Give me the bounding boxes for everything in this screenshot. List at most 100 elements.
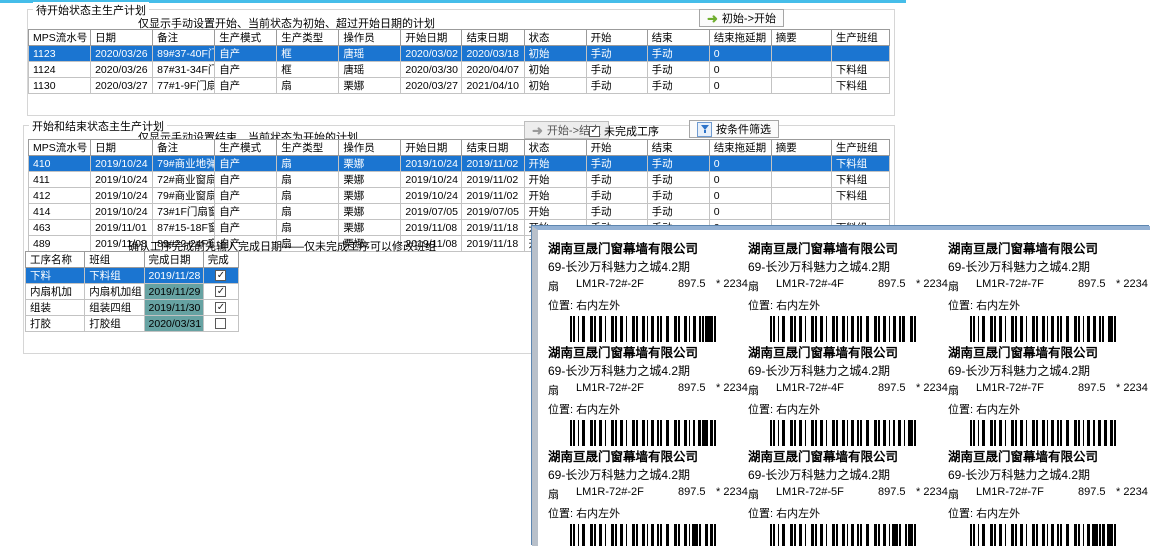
print-label: 湖南亘晟门窗幕墙有限公司69-长沙万科魅力之城4.2期扇LM1R-72#-2F8… [548, 238, 748, 342]
column-header[interactable]: 生产类型 [277, 30, 339, 46]
table-row[interactable]: 11302020/03/2777#1-9F门扇自产扇栗娜2020/03/2720… [29, 78, 890, 94]
label-company: 湖南亘晟门窗幕墙有限公司 [748, 238, 948, 257]
table-cell: 2020/03/30 [401, 62, 462, 78]
table-row[interactable]: 4112019/10/2472#商业窗扇自产扇栗娜2019/10/242019/… [29, 172, 890, 188]
column-header[interactable]: 开始 [586, 30, 647, 46]
table-cell: 开始 [524, 172, 586, 188]
label-model: LM1R-72#-5F [776, 486, 878, 502]
column-header[interactable]: 操作员 [339, 30, 401, 46]
process-name-cell: 组装 [26, 300, 85, 316]
column-header[interactable]: 结束拖延期 [709, 30, 771, 46]
print-label: 湖南亘晟门窗幕墙有限公司69-长沙万科魅力之城4.2期扇LM1R-72#-7F8… [948, 446, 1148, 546]
label-model: LM1R-72#-2F [576, 278, 678, 294]
table-cell: 2019/11/18 [462, 220, 524, 236]
barcode [970, 420, 1148, 446]
table-cell: 410 [29, 156, 91, 172]
label-height: * 2234 [716, 382, 748, 398]
label-location: 位置: 右内左外 [948, 297, 1148, 313]
table-row[interactable]: 打胶打胶组2020/03/31 [26, 316, 239, 332]
table-row[interactable]: 11242020/03/2687#31-34F门框自产框唐瑶2020/03/30… [29, 62, 890, 78]
column-header[interactable]: 结束日期 [462, 140, 524, 156]
table-cell: 2019/11/01 [91, 220, 153, 236]
table-cell: 87#15-18F窗扇 [153, 220, 215, 236]
table-cell: 扇 [277, 220, 339, 236]
done-checkbox[interactable]: ✓ [215, 286, 226, 297]
column-header[interactable]: 日期 [91, 30, 153, 46]
label-location: 位置: 右内左外 [748, 505, 948, 521]
label-type: 扇 [548, 278, 576, 294]
label-spec-row: 扇LM1R-72#-7F897.5* 2234 [948, 278, 1148, 294]
column-header[interactable]: 完成 [203, 252, 238, 268]
column-header[interactable]: 开始日期 [401, 140, 462, 156]
column-header[interactable]: 摘要 [771, 30, 831, 46]
table-cell: 87#31-34F门框 [153, 62, 215, 78]
done-checkbox[interactable] [215, 318, 226, 329]
table-cell: 2019/11/02 [462, 156, 524, 172]
table-row[interactable]: 11232020/03/2689#37-40F门框自产框唐瑶2020/03/02… [29, 46, 890, 62]
table-row[interactable]: 4142019/10/2473#1F门扇窗扇自产扇栗娜2019/07/05201… [29, 204, 890, 220]
unfinished-process-checkbox[interactable]: ✓ [589, 126, 600, 137]
table-row[interactable]: 内扇机加内扇机加组2019/11/29✓ [26, 284, 239, 300]
init-to-start-button[interactable]: ➜ 初始->开始 [699, 9, 784, 27]
label-project: 69-长沙万科魅力之城4.2期 [748, 258, 948, 275]
label-spec-row: 扇LM1R-72#-2F897.5* 2234 [548, 278, 748, 294]
column-header[interactable]: 完成日期 [144, 252, 203, 268]
column-header[interactable]: 结束 [647, 30, 709, 46]
unfinished-process-checkbox-label: 未完成工序 [604, 123, 659, 139]
barcode [770, 420, 948, 446]
label-type: 扇 [948, 278, 976, 294]
column-header[interactable]: 结束 [647, 140, 709, 156]
table-row[interactable]: 4122019/10/2479#商业窗扇自产扇栗娜2019/10/242019/… [29, 188, 890, 204]
process-name-cell: 内扇机加 [26, 284, 85, 300]
column-header[interactable]: MPS流水号 [29, 30, 91, 46]
barcode [970, 316, 1148, 342]
column-header[interactable]: 状态 [524, 30, 586, 46]
column-header[interactable]: 摘要 [771, 140, 831, 156]
label-model: LM1R-72#-2F [576, 486, 678, 502]
table-cell: 手动 [586, 172, 647, 188]
table-row[interactable]: 下料下料组2019/11/28✓ [26, 268, 239, 284]
column-header[interactable]: 备注 [153, 30, 215, 46]
column-header[interactable]: 生产班组 [831, 30, 889, 46]
table-cell: 自产 [215, 78, 277, 94]
column-header[interactable]: 生产模式 [215, 140, 277, 156]
column-header[interactable]: MPS流水号 [29, 140, 91, 156]
team-cell: 打胶组 [85, 316, 144, 332]
label-location: 位置: 右内左外 [548, 297, 748, 313]
filter-by-condition-button[interactable]: 按条件筛选 [689, 120, 779, 138]
column-header[interactable]: 备注 [153, 140, 215, 156]
column-header[interactable]: 结束日期 [462, 30, 524, 46]
column-header[interactable]: 生产模式 [215, 30, 277, 46]
column-header[interactable]: 操作员 [339, 140, 401, 156]
table-cell: 框 [277, 46, 339, 62]
table-cell: 0 [709, 204, 771, 220]
team-cell: 组装四组 [85, 300, 144, 316]
label-location: 位置: 右内左外 [748, 297, 948, 313]
table-cell: 栗娜 [339, 172, 401, 188]
column-header[interactable]: 开始日期 [401, 30, 462, 46]
label-project: 69-长沙万科魅力之城4.2期 [948, 466, 1148, 483]
column-header[interactable]: 开始 [586, 140, 647, 156]
table-row[interactable]: 4102019/10/2479#商业地弹…自产扇栗娜2019/10/242019… [29, 156, 890, 172]
table-cell [771, 78, 831, 94]
table-cell: 0 [709, 188, 771, 204]
done-checkbox[interactable]: ✓ [215, 302, 226, 313]
table-cell: 唐瑶 [339, 62, 401, 78]
table-cell: 手动 [647, 78, 709, 94]
done-cell: ✓ [203, 300, 238, 316]
init-to-start-button-label: 初始->开始 [722, 10, 776, 26]
column-header[interactable]: 工序名称 [26, 252, 85, 268]
column-header[interactable]: 生产班组 [831, 140, 889, 156]
table-cell: 0 [709, 172, 771, 188]
column-header[interactable]: 生产类型 [277, 140, 339, 156]
column-header[interactable]: 状态 [524, 140, 586, 156]
column-header[interactable]: 结束拖延期 [709, 140, 771, 156]
table-cell [771, 156, 831, 172]
column-header[interactable]: 日期 [91, 140, 153, 156]
column-header[interactable]: 班组 [85, 252, 144, 268]
done-checkbox[interactable]: ✓ [215, 270, 226, 281]
table-cell: 自产 [215, 188, 277, 204]
label-height: * 2234 [1116, 486, 1148, 502]
table-row[interactable]: 组装组装四组2019/11/30✓ [26, 300, 239, 316]
header-row: MPS流水号日期备注生产模式生产类型操作员开始日期结束日期状态开始结束结束拖延期… [29, 140, 890, 156]
